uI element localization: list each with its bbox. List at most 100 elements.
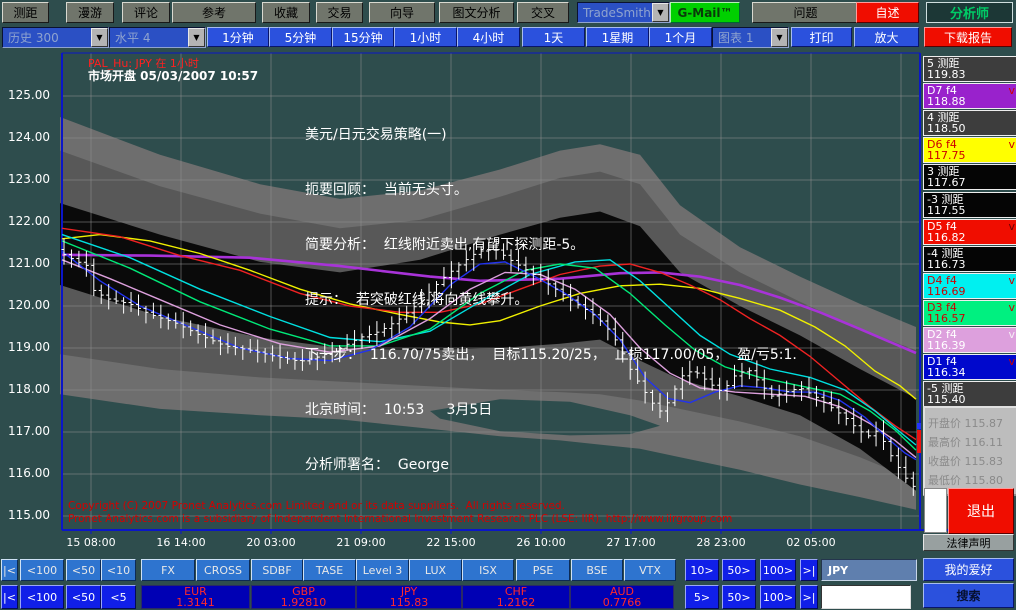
nav-back-50[interactable]: <50: [66, 559, 101, 581]
y-tick-120.00: 120.00: [8, 298, 50, 312]
low-price: 最低价 115.80: [928, 474, 1003, 487]
line-d5-label: D5 f4: [927, 219, 957, 233]
my-favorites-button[interactable]: 我的爱好: [923, 558, 1014, 581]
market-vtx[interactable]: VTX: [624, 559, 676, 581]
nav-back-100-2[interactable]: <100: [20, 585, 64, 609]
nav-fwd-5[interactable]: 5>: [685, 585, 719, 609]
measure-5[interactable]: 5 测距 119.83: [923, 56, 1016, 82]
measure-4[interactable]: 4 测距 118.50: [923, 110, 1016, 137]
quote-aud-rate: 0.7766: [602, 596, 642, 609]
close-price: 收盘价 115.83: [928, 455, 1003, 468]
x-tick-27-17-00: 27 17:00: [606, 536, 656, 549]
x-tick-02-05-00: 02 05:00: [786, 536, 836, 549]
y-tick-119.00: 119.00: [8, 340, 50, 354]
nav-end[interactable]: >|: [800, 559, 818, 581]
measure-neg4-value: 116.73: [927, 257, 966, 271]
line-d4-value: 116.69: [927, 284, 966, 298]
check-icon: v: [1008, 138, 1015, 152]
y-tick-118.00: 118.00: [8, 382, 50, 396]
quote-aud: AUD 0.7766: [570, 585, 674, 609]
market-open-label: 市场开盘 05/03/2007 10:57: [88, 69, 259, 83]
line-d4[interactable]: D4 f4 v 116.69: [923, 272, 1016, 299]
blank-input-box[interactable]: [924, 488, 947, 533]
market-lux[interactable]: LUX: [409, 559, 462, 581]
quote-eur-rate: 1.3141: [176, 596, 215, 609]
line-d5[interactable]: D5 f4 v 116.82: [923, 218, 1016, 245]
nav-fwd-50-2[interactable]: 50>: [722, 585, 756, 609]
line-d5-value: 116.82: [927, 230, 966, 244]
line-d3[interactable]: D3 f4 v 116.57: [923, 299, 1016, 326]
y-tick-122.00: 122.00: [8, 214, 50, 228]
line-d6[interactable]: D6 f4 v 117.75: [923, 137, 1016, 164]
line-d7[interactable]: D7 f4 v 118.88: [923, 83, 1016, 110]
exit-button[interactable]: 退出: [948, 488, 1014, 534]
measure-4-value: 118.50: [927, 122, 966, 136]
measure-5-value: 119.83: [927, 68, 966, 81]
quote-gbp-rate: 1.92810: [280, 596, 327, 609]
current-price-marker: [917, 430, 921, 453]
nav-start-2[interactable]: |<: [1, 585, 18, 609]
x-tick-16-14-00: 16 14:00: [156, 536, 206, 549]
strategy-title: 美元/日元交易策略(一): [305, 127, 447, 143]
measure-neg4[interactable]: -4 测距 116.73: [923, 245, 1016, 272]
market-isx[interactable]: ISX: [462, 559, 514, 581]
check-icon: v: [1008, 219, 1015, 233]
check-icon: v: [1008, 300, 1015, 314]
market-fx[interactable]: FX: [141, 559, 195, 581]
line-d1-value: 116.34: [927, 366, 966, 380]
line-d6-value: 117.75: [927, 149, 966, 163]
market-pse[interactable]: PSE: [516, 559, 570, 581]
line-d3-value: 116.57: [927, 311, 966, 325]
x-tick-22-15-00: 22 15:00: [426, 536, 476, 549]
measure-3[interactable]: 3 测距 117.67: [923, 164, 1016, 191]
x-tick-26-10-00: 26 10:00: [516, 536, 566, 549]
check-icon: v: [1008, 273, 1015, 287]
y-tick-124.00: 124.00: [8, 130, 50, 144]
symbol-input[interactable]: JPY: [821, 559, 917, 581]
copyright-line-1: Copyright (C) 2007 Pronet Analytics.com …: [68, 500, 565, 512]
line-d2[interactable]: D2 f4 v 116.39: [923, 327, 1016, 353]
quote-jpy-rate: 115.83: [389, 596, 429, 609]
y-tick-116.00: 116.00: [8, 466, 50, 480]
quote-eur: EUR 1.3141: [141, 585, 250, 609]
nav-fwd-50[interactable]: 50>: [722, 559, 756, 581]
y-tick-117.00: 117.00: [8, 424, 50, 438]
market-tase[interactable]: TASE: [303, 559, 356, 581]
nav-back-5[interactable]: <5: [101, 585, 136, 609]
measure-neg3-label: -3 测距: [927, 192, 964, 206]
strategy-review: 扼要回顾： 当前无头寸。: [305, 182, 468, 198]
open-price: 开盘价 115.87: [928, 417, 1003, 430]
measure-neg3-value: 117.55: [927, 203, 966, 217]
x-tick-15-08-00: 15 08:00: [66, 536, 116, 549]
check-icon: v: [1008, 355, 1015, 369]
line-d1[interactable]: D1 f4 v 116.34: [923, 354, 1016, 381]
nav-fwd-100-2[interactable]: 100>: [760, 585, 796, 609]
strategy-signature: 分析师署名： George: [305, 457, 449, 473]
copyright-line-2: Pronet Analytics.com is a subsidiary of …: [68, 513, 733, 525]
market-level3[interactable]: Level 3: [356, 559, 409, 581]
y-tick-125.00: 125.00: [8, 88, 50, 102]
market-cross[interactable]: CROSS: [196, 559, 250, 581]
strategy-annotation: 美元/日元交易策略(一) 扼要回顾： 当前无头寸。 简要分析： 红线附近卖出,有…: [305, 96, 797, 509]
nav-fwd-10[interactable]: 10>: [685, 559, 719, 581]
y-tick-115.00: 115.00: [8, 508, 50, 522]
measure-neg3[interactable]: -3 测距 117.55: [923, 191, 1016, 218]
nav-start[interactable]: |<: [1, 559, 18, 581]
x-tick-20-03-00: 20 03:00: [246, 536, 296, 549]
quote-gbp: GBP 1.92810: [251, 585, 356, 609]
search-button[interactable]: 搜索: [923, 583, 1014, 608]
nav-back-10[interactable]: <10: [101, 559, 136, 581]
market-bse[interactable]: BSE: [571, 559, 623, 581]
market-sdbf[interactable]: SDBF: [251, 559, 303, 581]
nav-end-2[interactable]: >|: [800, 585, 818, 609]
measure-neg5[interactable]: -5 测距 115.40: [923, 381, 1016, 408]
legal-notice-button[interactable]: 法律声明: [923, 534, 1014, 551]
nav-back-100[interactable]: <100: [20, 559, 64, 581]
line-d7-value: 118.88: [927, 95, 966, 109]
y-tick-121.00: 121.00: [8, 256, 50, 270]
nav-fwd-100[interactable]: 100>: [760, 559, 796, 581]
quote-jpy: JPY 115.83: [356, 585, 462, 609]
nav-back-50-2[interactable]: <50: [66, 585, 101, 609]
search-input[interactable]: [821, 585, 911, 609]
trading-app-window: 测距 漫游 评论 参考 收藏 交易 向导 图文分析 交叉 TradeSmith ▼ G-Mail™ 问题…: [0, 0, 1016, 610]
